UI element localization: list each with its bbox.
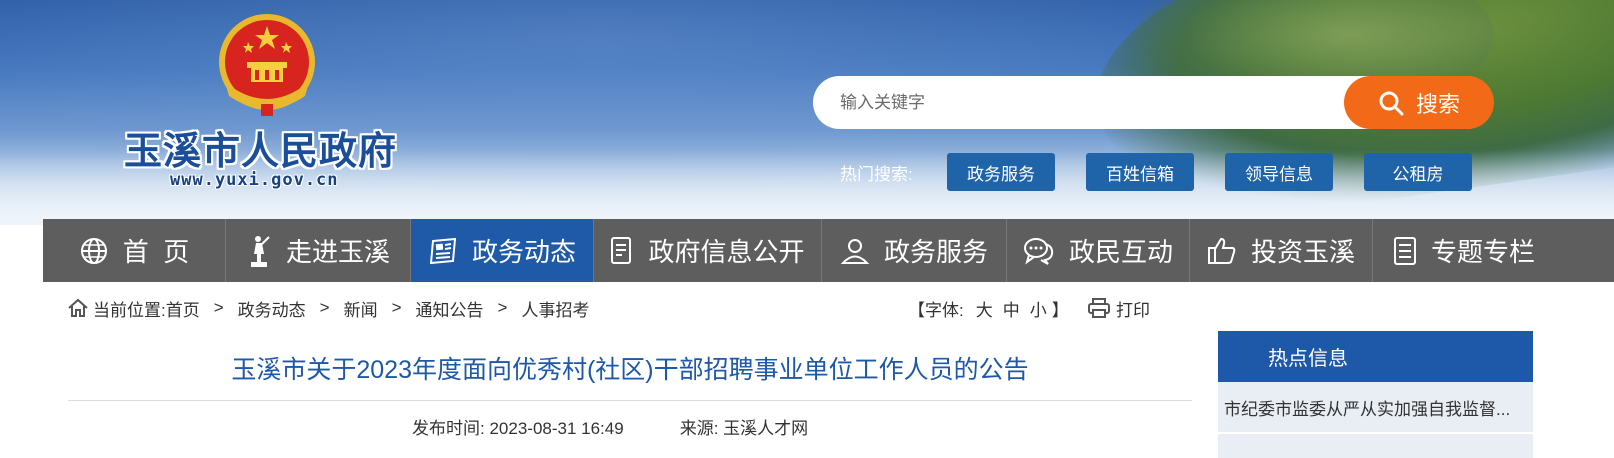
list-doc-icon xyxy=(1394,236,1416,265)
thumbs-up-icon xyxy=(1207,237,1236,264)
nav-item-gov-service[interactable]: 政务服务 xyxy=(822,219,1007,282)
nav-item-topics[interactable]: 专题专栏 xyxy=(1373,219,1614,282)
article-title: 玉溪市关于2023年度面向优秀村(社区)干部招聘事业单位工作人员的公告 xyxy=(231,356,1029,384)
font-size-prefix: 【字体: xyxy=(908,300,964,320)
nav-item-gov-info[interactable]: 政府信息公开 xyxy=(594,219,822,282)
statue-icon xyxy=(250,235,270,267)
hot-info-item-next xyxy=(1218,434,1533,458)
nav-label: 专题专栏 xyxy=(1431,237,1536,267)
breadcrumb-home[interactable]: 首页 xyxy=(166,296,200,321)
nav-item-invest[interactable]: 投资玉溪 xyxy=(1190,219,1373,282)
breadcrumb-label: 当前位置: xyxy=(93,300,166,320)
breadcrumb: 当前位置: 首页 > 政务动态 > 新闻 > 通知公告 > 人事招考 xyxy=(67,296,589,320)
hot-tag-gov-service[interactable]: 政务服务 xyxy=(947,153,1055,191)
main-nav: 首 页 走进玉溪 政务动态 政府信息公开 政务服务 政民互动 投资玉溪 专题专栏 xyxy=(43,219,1614,282)
national-emblem-icon xyxy=(219,14,315,116)
breadcrumb-notices[interactable]: 通知公告 xyxy=(416,296,484,321)
breadcrumb-gov-news[interactable]: 政务动态 xyxy=(238,296,306,321)
nav-label: 政务动态 xyxy=(471,237,576,267)
font-size-switcher: 【字体: 大 中 小 】 xyxy=(908,296,1069,320)
font-size-small[interactable]: 小 xyxy=(1030,296,1047,321)
source-label: 来源: xyxy=(679,419,719,438)
search-button[interactable]: 搜索 xyxy=(1344,76,1494,129)
nav-item-about[interactable]: 走进玉溪 xyxy=(226,219,411,282)
site-title[interactable]: 玉溪市人民政府 xyxy=(124,120,397,175)
print-label: 打印 xyxy=(1116,300,1150,320)
hot-search-label: 热门搜索: xyxy=(840,165,913,184)
publish-time-label: 发布时间: xyxy=(412,419,485,438)
nav-item-gov-news[interactable]: 政务动态 xyxy=(411,219,594,282)
search-icon xyxy=(1379,91,1404,115)
hot-info-item[interactable]: 市纪委市监委从严从实加强自我监督... xyxy=(1218,382,1533,432)
hot-tag-mailbox[interactable]: 百姓信箱 xyxy=(1086,153,1194,191)
home-icon xyxy=(68,298,88,317)
site-url[interactable]: www.yuxi.gov.cn xyxy=(170,170,339,190)
font-size-large[interactable]: 大 xyxy=(976,296,993,321)
nav-label: 政府信息公开 xyxy=(648,237,805,267)
breadcrumb-separator: > xyxy=(497,298,508,317)
breadcrumb-news[interactable]: 新闻 xyxy=(344,296,378,321)
print-button[interactable]: 打印 xyxy=(1088,296,1150,320)
hot-tag-public-housing[interactable]: 公租房 xyxy=(1364,153,1472,191)
nav-label: 政务服务 xyxy=(883,237,988,267)
nav-label: 首 页 xyxy=(122,237,190,267)
breadcrumb-separator: > xyxy=(213,298,224,317)
globe-icon xyxy=(80,237,107,264)
hot-info-header: 热点信息 xyxy=(1218,331,1533,382)
article-meta: 发布时间: 2023-08-31 16:49 来源: 玉溪人才网 xyxy=(412,414,808,439)
nav-label: 投资玉溪 xyxy=(1250,237,1355,267)
article-divider xyxy=(68,400,1192,401)
nav-label: 政民互动 xyxy=(1068,237,1173,267)
chat-bubbles-icon xyxy=(1023,237,1054,265)
document-list-icon xyxy=(611,236,632,264)
nav-item-interaction[interactable]: 政民互动 xyxy=(1007,219,1190,282)
publish-time: 2023-08-31 16:49 xyxy=(489,419,624,438)
font-size-medium[interactable]: 中 xyxy=(1003,296,1020,321)
breadcrumb-recruitment[interactable]: 人事招考 xyxy=(521,296,589,321)
hot-tag-leaders[interactable]: 领导信息 xyxy=(1225,153,1333,191)
nav-label: 走进玉溪 xyxy=(285,237,390,267)
printer-icon xyxy=(1088,298,1110,318)
newspaper-icon xyxy=(429,237,457,264)
search-button-label: 搜索 xyxy=(1415,91,1460,117)
breadcrumb-separator: > xyxy=(391,298,402,317)
user-icon xyxy=(840,238,870,264)
breadcrumb-separator: > xyxy=(319,298,330,317)
nav-item-home[interactable]: 首 页 xyxy=(43,219,226,282)
source-value: 玉溪人才网 xyxy=(723,419,809,438)
font-size-suffix: 】 xyxy=(1051,300,1069,320)
search-input[interactable] xyxy=(838,84,1332,122)
